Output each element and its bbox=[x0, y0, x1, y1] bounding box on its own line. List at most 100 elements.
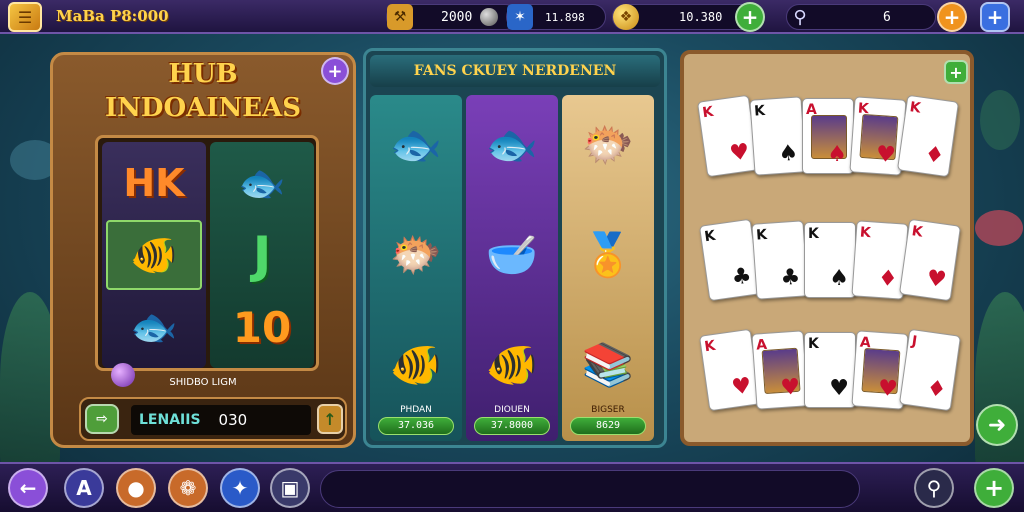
store-column-3[interactable]: 🐡 🏅 📚 BIGSER 8629 bbox=[562, 95, 654, 441]
card-rank: K bbox=[753, 102, 766, 120]
gold-coin-icon: ❖ bbox=[613, 4, 639, 30]
ten-symbol: 10 bbox=[232, 302, 292, 352]
store-column-1[interactable]: 🐟 🐡 🐠 PHDAN 37.036 bbox=[370, 95, 462, 441]
slot-title-line2: INDOAINEAS bbox=[105, 93, 301, 123]
add-blue-button[interactable]: + bbox=[980, 2, 1010, 32]
pearl-icon bbox=[480, 8, 499, 26]
chat-button[interactable]: ● bbox=[116, 468, 156, 508]
add-orange-button[interactable]: + bbox=[937, 2, 967, 32]
card-suit: ♦ bbox=[877, 265, 899, 293]
bet-label: LENAIIS bbox=[139, 412, 201, 428]
card-rank: K bbox=[755, 226, 768, 244]
green-fish-icon: 🐟 bbox=[485, 120, 539, 169]
app-title: MaBa P8:000 bbox=[56, 7, 169, 25]
playing-card[interactable]: K ♣ bbox=[751, 220, 809, 300]
a-button-label: A bbox=[76, 476, 92, 500]
card-rank: K bbox=[859, 224, 872, 242]
item-price-button[interactable]: 8629 bbox=[570, 417, 646, 435]
bet-value: 030 bbox=[218, 411, 248, 429]
reel-symbol-j: J bbox=[214, 220, 310, 290]
card-rank: J bbox=[910, 333, 919, 350]
card-suit: ♣ bbox=[730, 263, 754, 291]
fish-store-panel: FANS CKUEY NERDENEN 🐟 🐡 🐠 PHDAN 37.036 🐟… bbox=[363, 48, 667, 448]
coins-value: 2000 bbox=[441, 9, 473, 25]
bluefish-icon: 🐟 bbox=[130, 304, 178, 349]
card-suit: ♠ bbox=[829, 266, 849, 291]
card-suit: ♥ bbox=[829, 376, 849, 401]
search-icon[interactable]: ⚲ bbox=[787, 4, 813, 30]
back-button[interactable]: ← bbox=[8, 468, 48, 508]
purple-fish-icon: 🐟 bbox=[238, 160, 286, 205]
card-suit: ♠ bbox=[777, 140, 800, 167]
card-rank: K bbox=[703, 337, 717, 356]
slot-label: SHIDBO LIGM bbox=[169, 377, 237, 388]
bet-bar: ⇨ LENAIIS 030 ↑ bbox=[79, 397, 347, 441]
inventory-button[interactable]: ▣ bbox=[270, 468, 310, 508]
hammer-icon: ⚒ bbox=[387, 4, 413, 30]
tools-button[interactable]: ✦ bbox=[220, 468, 260, 508]
next-arrow-button[interactable]: ➜ bbox=[976, 404, 1018, 446]
playing-card[interactable]: K ♠ bbox=[749, 96, 807, 176]
reel-1: HK 🐠 🐟 bbox=[102, 142, 206, 368]
playing-card[interactable]: K ♥ bbox=[804, 332, 856, 408]
gems-stat: ✶ 11.898 bbox=[506, 4, 606, 30]
bet-field[interactable]: LENAIIS 030 bbox=[131, 405, 311, 435]
top-bar: ☰ MaBa P8:000 ⚒ 2000 ✶ 11.898 ❖ 10.380 +… bbox=[0, 0, 1024, 34]
search-stat: ⚲ 6 bbox=[786, 4, 936, 30]
hk-symbol: HK bbox=[123, 161, 185, 205]
bg-bubble bbox=[980, 90, 1020, 150]
bet-up-button[interactable]: ↑ bbox=[317, 404, 343, 434]
card-suit: ♦ bbox=[922, 141, 946, 170]
settings-gear-icon[interactable]: ❁ bbox=[168, 468, 208, 508]
card-rank: K bbox=[808, 226, 819, 242]
pufferfish-icon: 🐡 bbox=[389, 230, 443, 279]
search-button[interactable]: ⚲ bbox=[914, 468, 954, 508]
card-rank: K bbox=[910, 223, 924, 241]
playing-card[interactable]: K ♠ bbox=[804, 222, 856, 298]
bg-fish-icon bbox=[975, 210, 1023, 246]
bet-down-button[interactable]: ⇨ bbox=[85, 404, 119, 434]
card-suit: ♥ bbox=[924, 265, 948, 294]
book-stack-icon[interactable]: ☰ bbox=[8, 2, 42, 32]
water-bowl-icon: 🥣 bbox=[485, 230, 539, 279]
slot-title-line1: HUB bbox=[168, 59, 238, 89]
playing-card[interactable]: K ♦ bbox=[896, 94, 960, 178]
store-header: FANS CKUEY NERDENEN bbox=[370, 55, 660, 87]
clownfish-icon: 🐠 bbox=[485, 340, 539, 389]
slot-reels: HK 🐠 🐟 🐟 J 10 bbox=[95, 135, 319, 371]
card-suit: ♥ bbox=[730, 373, 754, 401]
store-column-2[interactable]: 🐟 🥣 🐠 DIOUEN 37.8000 bbox=[466, 95, 558, 441]
reel-2: 🐟 J 10 bbox=[210, 142, 314, 368]
golden-fish-icon: 🐡 bbox=[581, 120, 635, 169]
item-label: DIOUEN bbox=[494, 405, 530, 415]
card-suit: ♠ bbox=[827, 142, 847, 167]
search-count: 6 bbox=[883, 9, 891, 25]
item-price-button[interactable]: 37.036 bbox=[378, 417, 454, 435]
add-gold-button[interactable]: + bbox=[735, 2, 765, 32]
j-symbol: J bbox=[252, 226, 272, 284]
playing-card[interactable]: A ♠ bbox=[802, 98, 854, 174]
gems-value: 11.898 bbox=[545, 10, 585, 24]
cards-panel: + K ♥ K ♠ A ♠ K ♥ K ♦ K ♣ K ♣ K ♠ K ♦ K ♥ K ♥ A ♥ K ♥ A ♥ J ♦ bbox=[680, 50, 974, 446]
card-rank: K bbox=[703, 227, 717, 246]
item-price-button[interactable]: 37.8000 bbox=[474, 417, 550, 435]
card-rank: K bbox=[701, 103, 715, 122]
card-rank: K bbox=[808, 336, 819, 352]
playing-card[interactable]: J ♦ bbox=[898, 328, 962, 412]
coins-stat: ⚒ 2000 bbox=[386, 4, 518, 30]
gold-value: 10.380 bbox=[679, 10, 723, 24]
goldfish-icon: 🐠 bbox=[106, 220, 202, 290]
card-suit: ♥ bbox=[728, 139, 752, 167]
add-button[interactable]: + bbox=[974, 468, 1014, 508]
item-label: PHDAN bbox=[400, 405, 432, 415]
anglerfish-icon: 🐠 bbox=[389, 340, 443, 389]
a-button[interactable]: A bbox=[64, 468, 104, 508]
medallion-icon: 🏅 bbox=[581, 230, 635, 279]
card-suit: ♣ bbox=[779, 264, 802, 291]
reel-symbol-hk: HK bbox=[106, 148, 202, 218]
card-suit: ♥ bbox=[875, 141, 897, 169]
playing-card[interactable]: K ♥ bbox=[898, 218, 962, 302]
playing-card[interactable]: A ♥ bbox=[751, 330, 809, 410]
card-suit: ♦ bbox=[924, 375, 948, 404]
add-card-button[interactable]: + bbox=[944, 60, 968, 84]
